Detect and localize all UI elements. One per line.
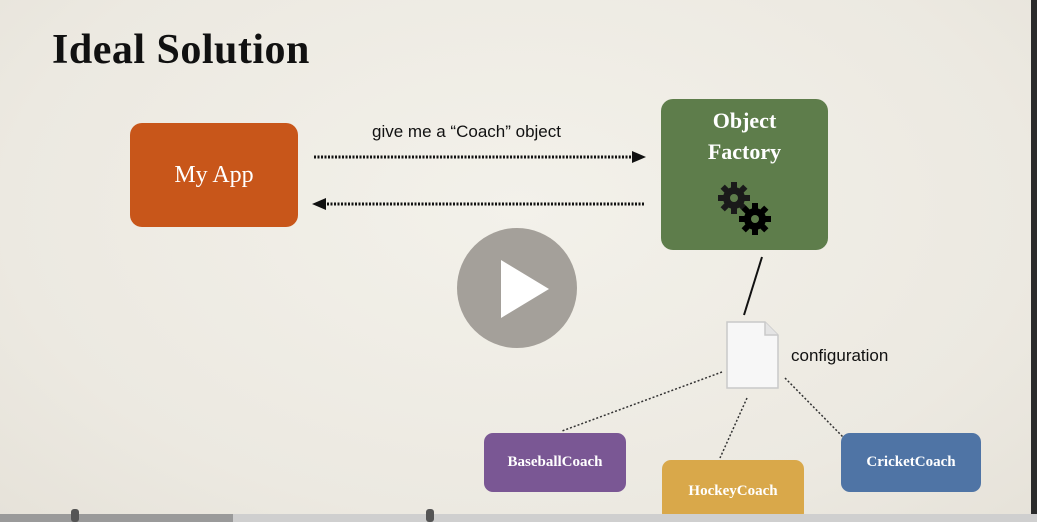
hockey-coach-box: HockeyCoach — [662, 460, 804, 522]
gears-icon — [718, 182, 771, 235]
request-arrowhead — [632, 151, 646, 163]
hockey-coach-label: HockeyCoach — [688, 482, 778, 499]
factory-config-line — [743, 256, 763, 316]
play-icon[interactable] — [501, 260, 549, 318]
baseball-coach-box: BaseballCoach — [484, 433, 626, 492]
response-arrowhead — [312, 198, 326, 210]
chapter-marker[interactable] — [71, 509, 79, 522]
config-baseball-line — [561, 371, 723, 432]
cricket-coach-label: CricketCoach — [866, 454, 956, 470]
configuration-label: configuration — [791, 346, 889, 365]
chapter-marker[interactable] — [426, 509, 434, 522]
configuration-file-icon — [726, 321, 779, 389]
my-app-box: My App — [130, 123, 298, 227]
factory-label-line2: Factory — [707, 139, 782, 164]
arrow-label: give me a “Coach” object — [372, 122, 561, 141]
baseball-coach-label: BaseballCoach — [507, 454, 603, 470]
config-cricket-line — [784, 377, 844, 438]
progress-fill — [0, 514, 234, 522]
cricket-coach-box: CricketCoach — [841, 433, 981, 492]
my-app-label: My App — [174, 161, 254, 188]
factory-label-line1: Object — [712, 108, 777, 133]
config-hockey-line — [719, 397, 748, 459]
